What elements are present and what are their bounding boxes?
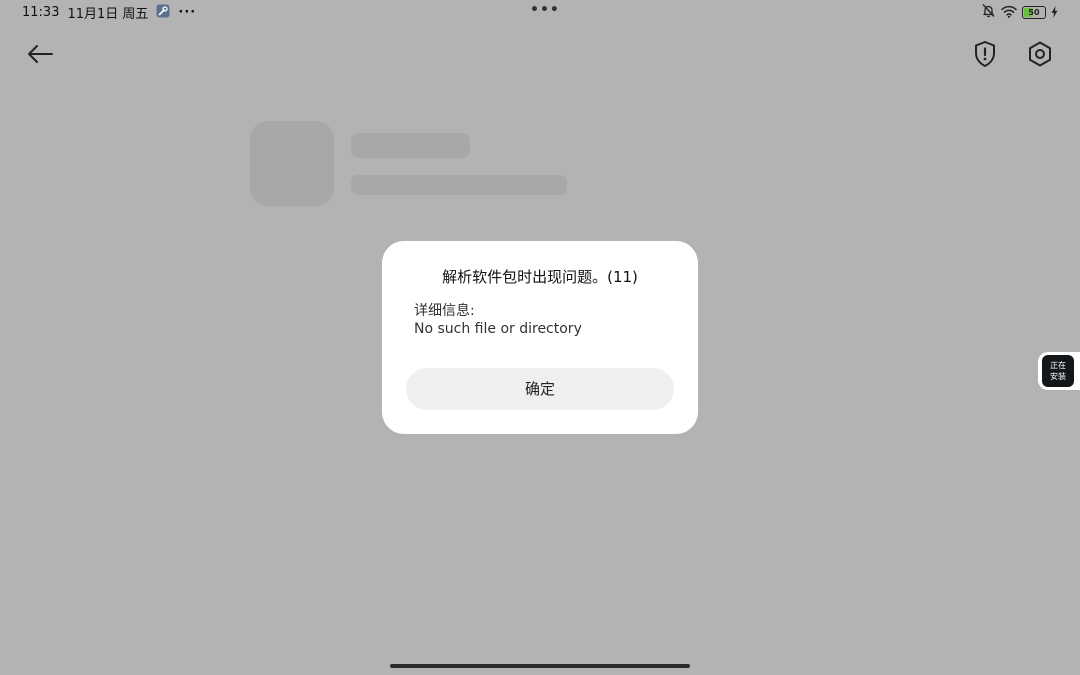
installing-badge: 正在 安装 [1042,355,1074,387]
charging-icon [1051,3,1058,22]
gear-icon [1029,41,1051,67]
app-icon-placeholder [250,121,334,206]
home-indicator[interactable] [390,664,690,668]
installing-label-line1: 正在 [1050,361,1066,370]
battery-icon: 50 [1022,5,1046,19]
notification-more-icon: ··· [178,5,197,20]
dialog-title: 解析软件包时出现问题。(11) [442,268,638,286]
back-button[interactable] [24,40,56,68]
confirm-button[interactable]: 确定 [406,368,674,410]
error-dialog: 解析软件包时出现问题。(11) 详细信息: No such file or di… [382,241,698,434]
shield-alert-icon [975,41,995,67]
installing-floating-widget[interactable]: 正在 安装 [1038,352,1080,390]
dialog-details-label: 详细信息: [414,303,475,319]
dialog-message: No such file or directory [414,321,582,337]
installing-label-line2: 安装 [1050,372,1066,381]
status-date: 11月1日 周五 [67,7,149,22]
status-left: 11:33 11月1日 周五 ··· [22,3,196,22]
app-info-placeholder [351,175,567,195]
arrow-left-icon [28,45,53,63]
bell-muted-icon [981,3,996,22]
settings-button[interactable] [1025,38,1055,70]
status-time: 11:33 [22,5,60,20]
status-right: 50 [981,3,1058,22]
status-bar: 11:33 11月1日 周五 ··· ••• 50 [0,0,1080,24]
battery-level: 50 [1028,7,1040,17]
security-button[interactable] [970,38,1000,70]
wifi-icon [1001,3,1017,22]
wrench-icon [156,4,170,22]
multitask-handle[interactable]: ••• [530,2,560,18]
app-name-placeholder [351,133,470,158]
